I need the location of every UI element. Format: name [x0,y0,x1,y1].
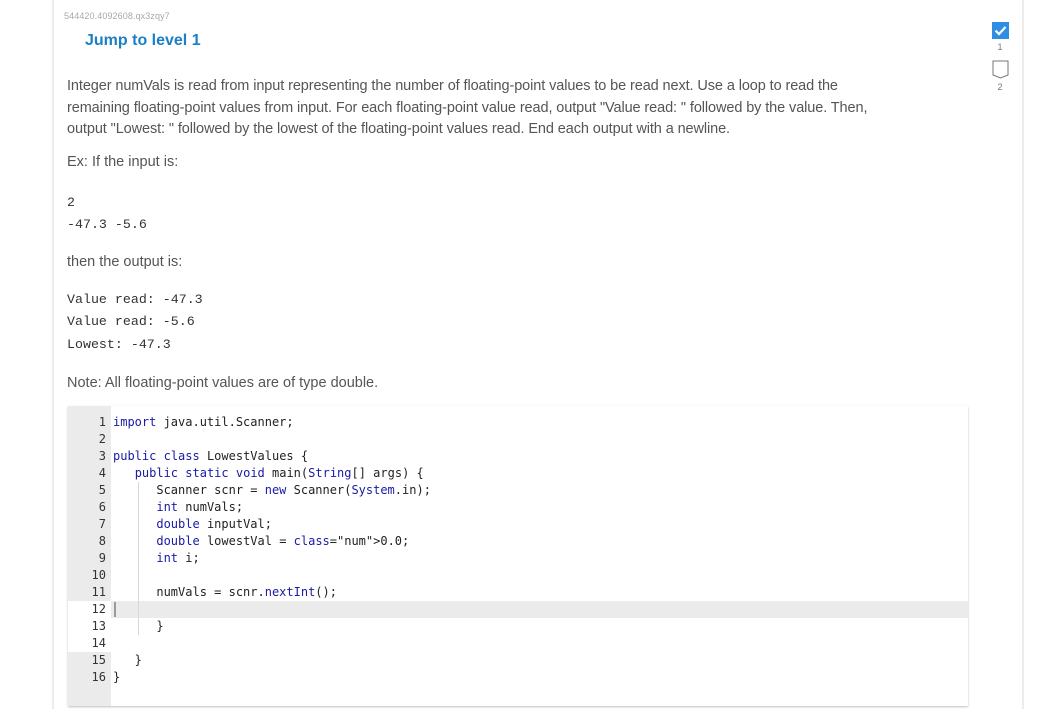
line-code[interactable]: public class LowestValues { [113,448,308,465]
line-number: 8 [98,534,106,548]
line-number: 16 [91,670,106,684]
prompt-line: remaining floating-point values from inp… [67,99,868,116]
line-number: 14 [91,636,106,650]
code-line[interactable]: 15 } [68,652,968,669]
level-2-box[interactable] [992,60,1009,79]
line-code[interactable]: double lowestVal = class="num">0.0; [113,533,409,550]
text-cursor [114,602,116,617]
code-line[interactable]: 11 numVals = scnr.nextInt(); [68,584,968,601]
level-progress: 1 2 [985,22,1015,94]
example-input: 2 -47.3 -5.6 [67,192,967,237]
code-line[interactable]: 12 [68,601,968,618]
example-input-line: 2 [67,194,75,210]
level-step-1[interactable]: 1 [985,22,1015,54]
line-number: 6 [98,500,106,514]
prompt-text: Integer numVals is read from input repre… [67,76,967,141]
line-number: 15 [91,653,106,667]
code-line[interactable]: 13 } [68,618,968,635]
example-input-label: Ex: If the input is: [67,153,179,170]
prompt-line: Integer numVals is read from input repre… [67,78,838,94]
indent-guide [138,482,139,635]
code-line[interactable]: 5 Scanner scnr = new Scanner(System.in); [68,482,968,499]
level-2-label: 2 [997,82,1003,92]
empty-level-icon [992,60,1008,79]
line-number: 10 [91,568,106,582]
code-line[interactable]: 1 import java.util.Scanner; [68,414,968,431]
line-number: 5 [98,483,106,497]
note-text: Note: All floating-point values are of t… [67,375,379,391]
code-line[interactable]: 6 int numVals; [68,499,968,516]
line-number: 12 [68,601,106,618]
level-1-label: 1 [997,42,1003,52]
activity-id: 544420.4092608.qx3zqy7 [64,11,170,21]
line-code[interactable]: } [113,652,142,669]
line-number: 11 [91,585,106,599]
code-line[interactable]: 3 public class LowestValues { [68,448,968,465]
line-code[interactable]: } [113,669,120,686]
code-line[interactable]: 14 [68,635,968,652]
code-line[interactable]: 2 [68,431,968,448]
example-input-line: -47.3 -5.6 [67,217,147,232]
code-line[interactable]: 4 public static void main(String[] args)… [68,465,968,482]
code-line[interactable]: 8 double lowestVal = class="num">0.0; [68,533,968,550]
line-number: 4 [98,466,106,480]
right-panel-border [1022,0,1024,709]
line-number: 3 [98,449,106,463]
level-1-box[interactable] [991,22,1009,39]
level-step-2[interactable]: 2 [985,60,1015,94]
line-number: 1 [98,415,106,429]
line-code[interactable]: import java.util.Scanner; [113,414,294,431]
example-output-label: then the output is: [67,253,183,270]
challenge-content: Integer numVals is read from input repre… [67,76,967,394]
prompt-line: output "Lowest: " followed by the lowest… [67,121,730,137]
code-line[interactable]: 10 [68,567,968,584]
jump-to-level-link[interactable]: Jump to level 1 [85,32,201,50]
code-line[interactable]: 16} [68,669,968,686]
line-number: 13 [91,619,106,633]
example-output: Value read: -47.3 Value read: -5.6 Lowes… [67,289,967,357]
line-code[interactable]: Scanner scnr = new Scanner(System.in); [113,482,431,499]
code-editor[interactable]: 1 import java.util.Scanner; 2 3 public class… [68,406,968,706]
line-code[interactable]: int numVals; [113,499,243,516]
line-number: 2 [98,432,106,446]
left-panel-border [52,0,54,709]
line-number: 7 [98,517,106,531]
line-code[interactable]: double inputVal; [113,516,272,533]
line-code[interactable]: numVals = scnr.nextInt(); [113,584,337,601]
line-code[interactable]: int i; [113,550,199,567]
example-output-line: Lowest: -47.3 [67,336,171,352]
line-number: 9 [98,551,106,565]
example-output-line: Value read: -47.3 [67,291,203,307]
checkmark-icon [994,26,1006,36]
code-line[interactable]: 7 double inputVal; [68,516,968,533]
line-code[interactable]: public static void main(String[] args) { [113,465,424,482]
code-lines[interactable]: 1 import java.util.Scanner; 2 3 public class… [68,414,968,686]
code-line[interactable]: 9 int i; [68,550,968,567]
example-output-line: Value read: -5.6 [67,314,195,329]
